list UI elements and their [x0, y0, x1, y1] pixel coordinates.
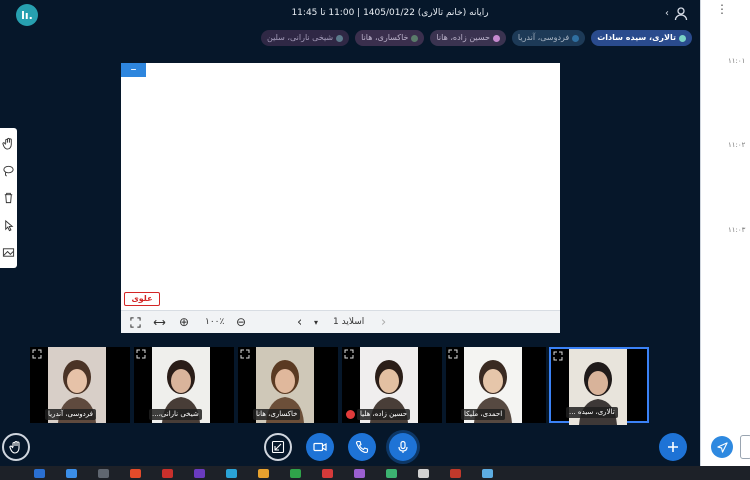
participant-chip[interactable]: فردوسی، آندریا [511, 30, 586, 46]
status-dot-icon [336, 34, 344, 42]
mic-muted-icon [346, 410, 355, 419]
microphone-button[interactable] [389, 433, 417, 461]
add-action-button[interactable] [659, 433, 687, 461]
fit-width-icon[interactable] [153, 317, 166, 328]
taskbar-app-icon[interactable] [450, 469, 461, 478]
meeting-title: رایانه (خانم تالاری) 1405/01/22 | 11:00 … [291, 8, 489, 18]
more-options-icon[interactable]: ⋮ [716, 2, 728, 16]
video-participant-name: شیخی نارانی،... [149, 409, 202, 420]
lasso-icon[interactable] [2, 164, 15, 177]
slide-selector[interactable]: اسلاید 1 [333, 311, 364, 334]
zoom-out-button[interactable]: ⊖ [236, 311, 246, 334]
video-participant-name: احمدی، ملیکا [461, 409, 506, 420]
video-tile[interactable]: تالاری، سیده ... [549, 347, 649, 425]
video-tile[interactable]: احمدی، ملیکا [446, 347, 546, 423]
school-logo-stamp: علوی [124, 292, 160, 306]
presentation-toolbar: ⊕ ۱۰۰٪ ⊖ ‹ ▾ اسلاید 1 › [121, 310, 560, 333]
raise-hand-button[interactable] [2, 433, 30, 461]
chat-message-time: ۱۱:۰۲ [728, 141, 746, 149]
plus-icon [668, 442, 678, 452]
screen-share-icon [271, 440, 285, 454]
slide-dropdown-icon[interactable]: ▾ [314, 311, 318, 334]
chat-message-time: ۱۱:۰۱ [728, 57, 746, 65]
taskbar-app-icon[interactable] [66, 469, 77, 478]
phone-icon [355, 440, 369, 454]
expand-icon[interactable] [344, 349, 354, 359]
taskbar-app-icon[interactable] [482, 469, 493, 478]
minimize-whiteboard-button[interactable]: – [121, 63, 146, 77]
app-logo[interactable]: lı. [16, 4, 38, 26]
expand-icon[interactable] [136, 349, 146, 359]
participant-chip[interactable]: شیخی نارانی، سلین [261, 30, 350, 46]
whiteboard-canvas[interactable] [121, 63, 560, 333]
send-icon [716, 441, 728, 453]
expand-icon[interactable] [32, 349, 42, 359]
taskbar-app-icon[interactable] [162, 469, 173, 478]
mic-icon [398, 440, 408, 453]
taskbar-app-icon[interactable] [194, 469, 205, 478]
screen-share-button[interactable] [264, 433, 292, 461]
participant-name: شیخی نارانی، سلین [267, 33, 334, 42]
zoom-in-button[interactable]: ⊕ [179, 311, 189, 334]
taskbar-app-icon[interactable] [322, 469, 333, 478]
participant-name: حسین زاده، هانا [436, 33, 490, 42]
participant-name: تالاری، سیده سادات [597, 33, 676, 42]
video-participant-name: حسین زاده، هلیا [357, 409, 411, 420]
expand-icon[interactable] [448, 349, 458, 359]
chat-message-time: ۱۱:۰۳ [728, 226, 746, 234]
send-message-button[interactable] [711, 436, 733, 458]
next-slide-button[interactable]: › [381, 311, 386, 334]
taskbar-app-icon[interactable] [98, 469, 109, 478]
status-dot-icon [492, 34, 500, 42]
trash-icon[interactable] [2, 191, 15, 204]
zoom-level: ۱۰۰٪ [205, 317, 225, 327]
video-tile[interactable]: حسین زاده، هلیا [342, 347, 442, 423]
whiteboard-tools [0, 128, 17, 268]
video-participant-name: تالاری، سیده ... [566, 407, 618, 418]
video-tile[interactable]: فردوسی، آندریا [30, 347, 130, 423]
video-tile[interactable]: خاکساری، هانا [238, 347, 338, 423]
participant-name: خاکساری، هانا [361, 33, 409, 42]
camera-icon [313, 442, 327, 452]
taskbar-app-icon[interactable] [226, 469, 237, 478]
participant-chip[interactable]: تالاری، سیده سادات [591, 30, 692, 46]
expand-icon[interactable] [240, 349, 250, 359]
chat-input[interactable] [740, 435, 750, 459]
os-taskbar [0, 466, 750, 480]
video-tile[interactable]: شیخی نارانی،... [134, 347, 234, 423]
pointer-icon[interactable] [2, 219, 15, 232]
hand-icon [9, 440, 20, 454]
taskbar-app-icon[interactable] [34, 469, 45, 478]
taskbar-app-icon[interactable] [290, 469, 301, 478]
image-tool-icon[interactable] [2, 246, 15, 259]
taskbar-app-icon[interactable] [386, 469, 397, 478]
previous-slide-button[interactable]: ‹ [297, 311, 302, 334]
chevron-left-icon[interactable]: ‹ [665, 8, 669, 19]
audio-call-button[interactable] [348, 433, 376, 461]
status-dot-icon [572, 34, 580, 42]
hand-tool-icon[interactable] [2, 137, 15, 150]
participant-chip[interactable]: خاکساری، هانا [355, 30, 425, 46]
taskbar-app-icon[interactable] [354, 469, 365, 478]
video-participant-name: فردوسی، آندریا [45, 409, 96, 420]
expand-icon[interactable] [553, 351, 563, 361]
participant-name: فردوسی، آندریا [517, 33, 570, 42]
taskbar-app-icon[interactable] [130, 469, 141, 478]
participant-chips: تالاری، سیده سادات فردوسی، آندریا حسین زاد… [200, 30, 692, 46]
status-dot-icon [411, 34, 419, 42]
taskbar-app-icon[interactable] [418, 469, 429, 478]
user-icon[interactable] [673, 6, 689, 22]
status-dot-icon [679, 34, 686, 42]
video-participant-name: خاکساری، هانا [253, 409, 301, 420]
fullscreen-icon[interactable] [130, 317, 141, 328]
camera-button[interactable] [306, 433, 334, 461]
participant-chip[interactable]: حسین زاده، هانا [430, 30, 506, 46]
taskbar-app-icon[interactable] [258, 469, 269, 478]
